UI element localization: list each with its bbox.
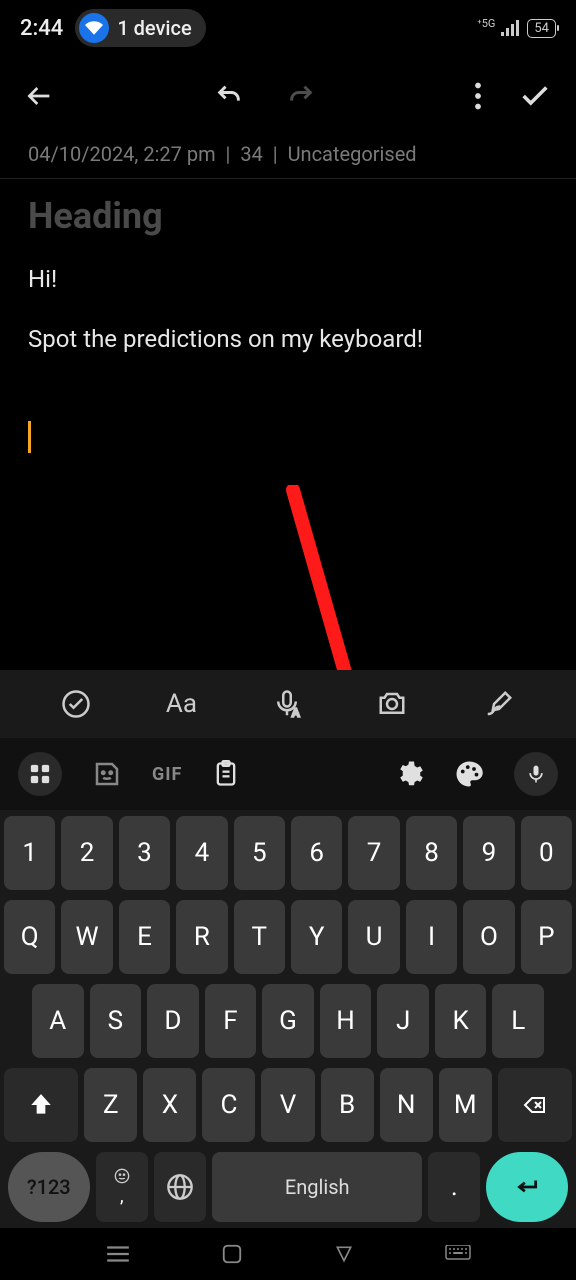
key-4[interactable]: 4 [176,816,227,890]
heading-placeholder[interactable]: Heading [28,195,548,237]
space-key[interactable]: English [212,1152,422,1222]
period-key[interactable]: . [428,1152,480,1222]
keyboard: 1 2 3 4 5 6 7 8 9 0 Q W E R T Y U I O P … [0,810,576,1228]
checklist-icon[interactable] [61,689,91,719]
clock: 2:44 [20,16,63,41]
key-row-qwerty: Q W E R T Y U I O P [4,900,572,974]
wifi-icon [79,13,109,43]
device-count: 1 device [117,16,191,40]
note-line: Spot the predictions on my keyboard! [28,321,548,357]
key-c[interactable]: C [202,1068,255,1142]
note-body[interactable]: Hi! Spot the predictions on my keyboard! [28,261,548,463]
key-o[interactable]: O [463,900,514,974]
key-2[interactable]: 2 [61,816,112,890]
mic-icon[interactable] [514,752,558,796]
clipboard-icon[interactable] [212,759,240,789]
voice-input-icon[interactable]: A [272,689,302,719]
key-a[interactable]: A [32,984,84,1058]
note-meta: 04/10/2024, 2:27 pm | 34 | Uncategorised [0,136,576,178]
keyboard-tool-row: GIF [0,738,576,810]
shift-key[interactable] [4,1068,78,1142]
more-menu-button[interactable] [474,82,482,110]
key-p[interactable]: P [521,900,572,974]
settings-icon[interactable] [394,759,424,789]
undo-button[interactable] [213,82,245,110]
key-z[interactable]: Z [84,1068,137,1142]
key-5[interactable]: 5 [234,816,285,890]
svg-text:A: A [292,707,300,720]
enter-key[interactable] [486,1152,568,1222]
camera-icon[interactable] [376,689,408,719]
key-t[interactable]: T [234,900,285,974]
key-h[interactable]: H [320,984,372,1058]
keyboard-switch-button[interactable] [445,1245,471,1263]
key-s[interactable]: S [90,984,142,1058]
key-g[interactable]: G [262,984,314,1058]
key-f[interactable]: F [205,984,257,1058]
recents-button[interactable] [105,1244,131,1264]
theme-icon[interactable] [454,759,484,789]
meta-category[interactable]: Uncategorised [288,142,417,166]
key-r[interactable]: R [176,900,227,974]
key-j[interactable]: J [377,984,429,1058]
sticker-icon[interactable] [92,759,122,789]
key-row-zxcv: Z X C V B N M [4,1068,572,1142]
key-9[interactable]: 9 [463,816,514,890]
draw-icon[interactable] [483,689,515,719]
key-m[interactable]: M [439,1068,492,1142]
emoji-key[interactable]: , [96,1152,148,1222]
backspace-key[interactable] [498,1068,572,1142]
key-d[interactable]: D [147,984,199,1058]
key-x[interactable]: X [143,1068,196,1142]
key-u[interactable]: U [348,900,399,974]
note-editor[interactable]: Heading Hi! Spot the predictions on my k… [0,179,576,479]
meta-charcount: 34 [240,142,262,166]
apps-icon[interactable] [18,752,62,796]
key-row-bottom: ?123 , English . [4,1152,572,1222]
device-pill[interactable]: 1 device [75,9,205,47]
key-i[interactable]: I [406,900,457,974]
symbols-key[interactable]: ?123 [8,1152,90,1222]
text-style-button[interactable]: Aa [166,689,197,719]
key-k[interactable]: K [435,984,487,1058]
app-toolbar [0,56,576,136]
status-left: 2:44 1 device [20,9,206,47]
key-0[interactable]: 0 [521,816,572,890]
key-w[interactable]: W [61,900,112,974]
signal-icon [501,20,521,36]
text-cursor [28,421,31,453]
format-bar: Aa A [0,670,576,738]
key-7[interactable]: 7 [348,816,399,890]
key-6[interactable]: 6 [291,816,342,890]
redo-button[interactable] [285,82,317,110]
battery-indicator: 54 [527,19,556,38]
back-nav-button[interactable] [333,1244,355,1264]
home-button[interactable] [221,1243,243,1265]
key-row-asdf: A S D F G H J K L [4,984,572,1058]
key-8[interactable]: 8 [406,816,457,890]
key-b[interactable]: B [321,1068,374,1142]
navigation-bar [0,1228,576,1280]
key-q[interactable]: Q [4,900,55,974]
network-indicator: ⁺5G [477,17,495,30]
status-right: ⁺5G 54 [477,19,556,38]
key-1[interactable]: 1 [4,816,55,890]
key-v[interactable]: V [261,1068,314,1142]
emoji-key-label: , [120,1186,124,1207]
key-row-numbers: 1 2 3 4 5 6 7 8 9 0 [4,816,572,890]
key-l[interactable]: L [492,984,544,1058]
meta-datetime: 04/10/2024, 2:27 pm [28,142,216,166]
note-line: Hi! [28,261,548,297]
key-y[interactable]: Y [291,900,342,974]
back-button[interactable] [24,80,56,112]
gif-button[interactable]: GIF [152,764,182,785]
key-n[interactable]: N [380,1068,433,1142]
status-bar: 2:44 1 device ⁺5G 54 [0,0,576,56]
key-e[interactable]: E [119,900,170,974]
done-button[interactable] [518,79,552,113]
key-3[interactable]: 3 [119,816,170,890]
language-key[interactable] [154,1152,206,1222]
